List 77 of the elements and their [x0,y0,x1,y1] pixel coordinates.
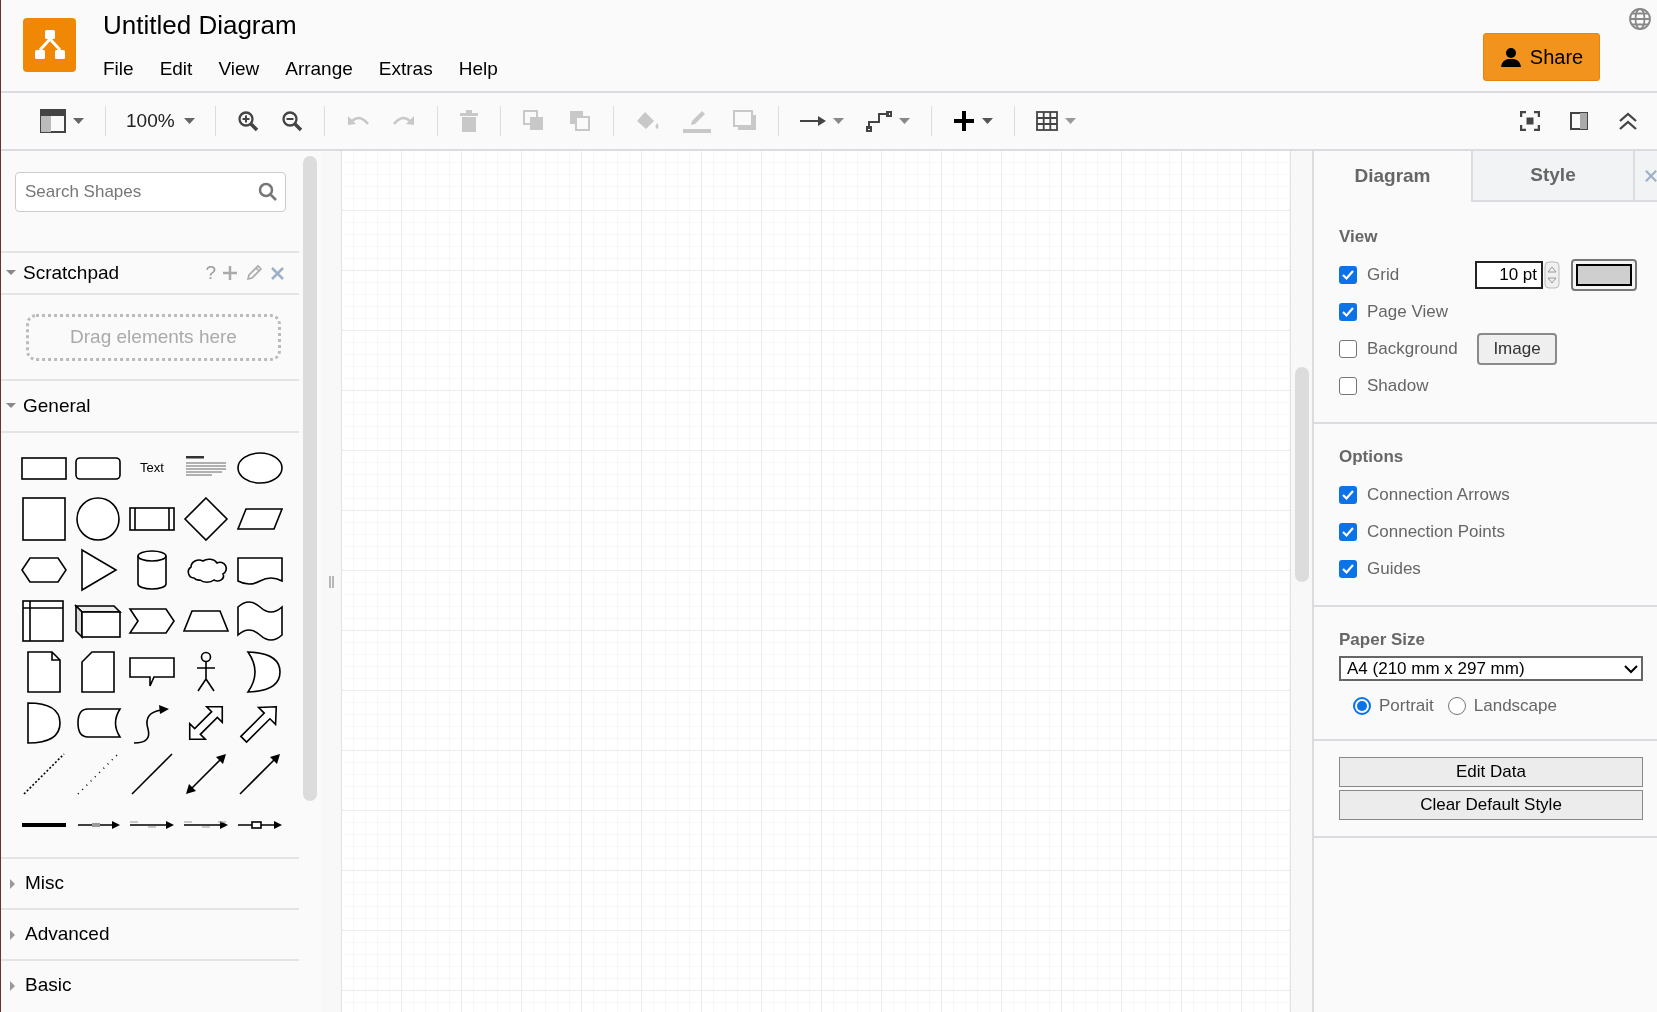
zoom-dropdown[interactable]: 100% [116,103,205,139]
chevron-down-icon [1624,663,1638,674]
checkbox-label[interactable]: Connection Points [1367,518,1505,545]
trash-icon [458,110,479,132]
table-icon [1035,111,1058,131]
elbow-connector-icon [865,110,892,132]
caret-icon [73,117,84,125]
app-logo [23,18,76,72]
share-button[interactable]: Share [1483,33,1600,81]
shadow-icon [732,110,757,132]
section-title[interactable]: Advanced [25,920,110,949]
checkbox[interactable] [1339,559,1357,578]
layout-icon [40,109,66,133]
checkbox[interactable] [1339,376,1357,395]
menu-item[interactable]: Arrange [284,55,354,84]
caret-icon [1064,117,1076,125]
radio-button[interactable] [1447,696,1466,715]
checkbox-label[interactable]: Guides [1367,555,1421,582]
globe-icon[interactable] [1628,7,1652,31]
zoom-out-icon [280,110,303,132]
paper-size-dropdown[interactable]: A4 (210 mm x 297 mm) [1339,656,1643,681]
menu-item[interactable]: Edit [158,55,194,84]
zoom-in-icon [236,110,259,132]
menu-item[interactable]: View [217,55,261,84]
section-title[interactable]: General [23,391,91,421]
action-button[interactable]: Clear Default Style [1339,789,1643,820]
radio-label[interactable]: Portrait [1379,693,1434,719]
grid-color-button[interactable] [1571,258,1637,291]
side-panel-icon [1570,112,1588,130]
plus-icon [952,110,975,132]
person-icon [1499,46,1522,68]
menu-item[interactable]: Help [457,55,499,84]
scrollbar[interactable] [1294,367,1309,582]
checkbox-label[interactable]: Background [1367,335,1475,362]
checkbox[interactable] [1339,302,1357,321]
action-button[interactable]: Edit Data [1339,756,1643,787]
caret-icon [898,117,910,125]
image-button[interactable]: Image [1477,332,1557,365]
panel-tab[interactable]: Style [1471,151,1633,202]
diamond-shape-icon[interactable] [182,494,230,543]
arrow-icon [799,115,826,127]
radio-label[interactable]: Landscape [1473,693,1557,719]
paint-bucket-icon [634,110,661,132]
grid-size-field[interactable]: 10 pt [1475,260,1543,289]
splitter-handle-icon[interactable] [328,575,334,588]
menu-item[interactable]: File [102,55,135,84]
checkbox[interactable] [1339,522,1357,541]
double-chevron-up-icon [1618,111,1638,131]
checkbox-label[interactable]: Grid [1367,261,1475,288]
search-field[interactable]: Search Shapes [15,172,286,212]
diagram-title[interactable]: Untitled Diagram [103,9,523,41]
menu-item[interactable]: Extras [377,55,434,84]
section-heading: View [1339,226,1379,248]
checkbox-label[interactable]: Page View [1367,298,1475,325]
section-title[interactable]: Scratchpad [23,258,120,288]
caret-icon [183,117,195,125]
bring-to-front-icon [521,109,546,133]
text-shape[interactable]: Text [140,457,164,478]
fit-icon [1520,111,1540,131]
checkbox[interactable] [1339,485,1357,504]
circle-shape-icon[interactable] [74,494,122,543]
checkbox[interactable] [1339,339,1357,358]
search-icon[interactable] [258,182,278,202]
caret-icon [981,117,993,125]
checkbox[interactable] [1339,265,1357,284]
pencil-line-icon [682,108,711,134]
checkbox-label[interactable]: Connection Arrows [1367,481,1510,508]
square-shape-icon[interactable] [20,494,68,543]
send-to-back-icon [567,109,592,133]
radio-button[interactable] [1353,696,1371,715]
caret-icon [832,117,844,125]
section-title[interactable]: Misc [25,869,65,898]
section-title[interactable]: Basic [25,971,72,1000]
scrollbar[interactable] [303,156,317,801]
section-heading: Options [1339,446,1405,468]
checkbox-label[interactable]: Shadow [1367,372,1475,399]
section-heading: Paper Size [1339,629,1426,651]
